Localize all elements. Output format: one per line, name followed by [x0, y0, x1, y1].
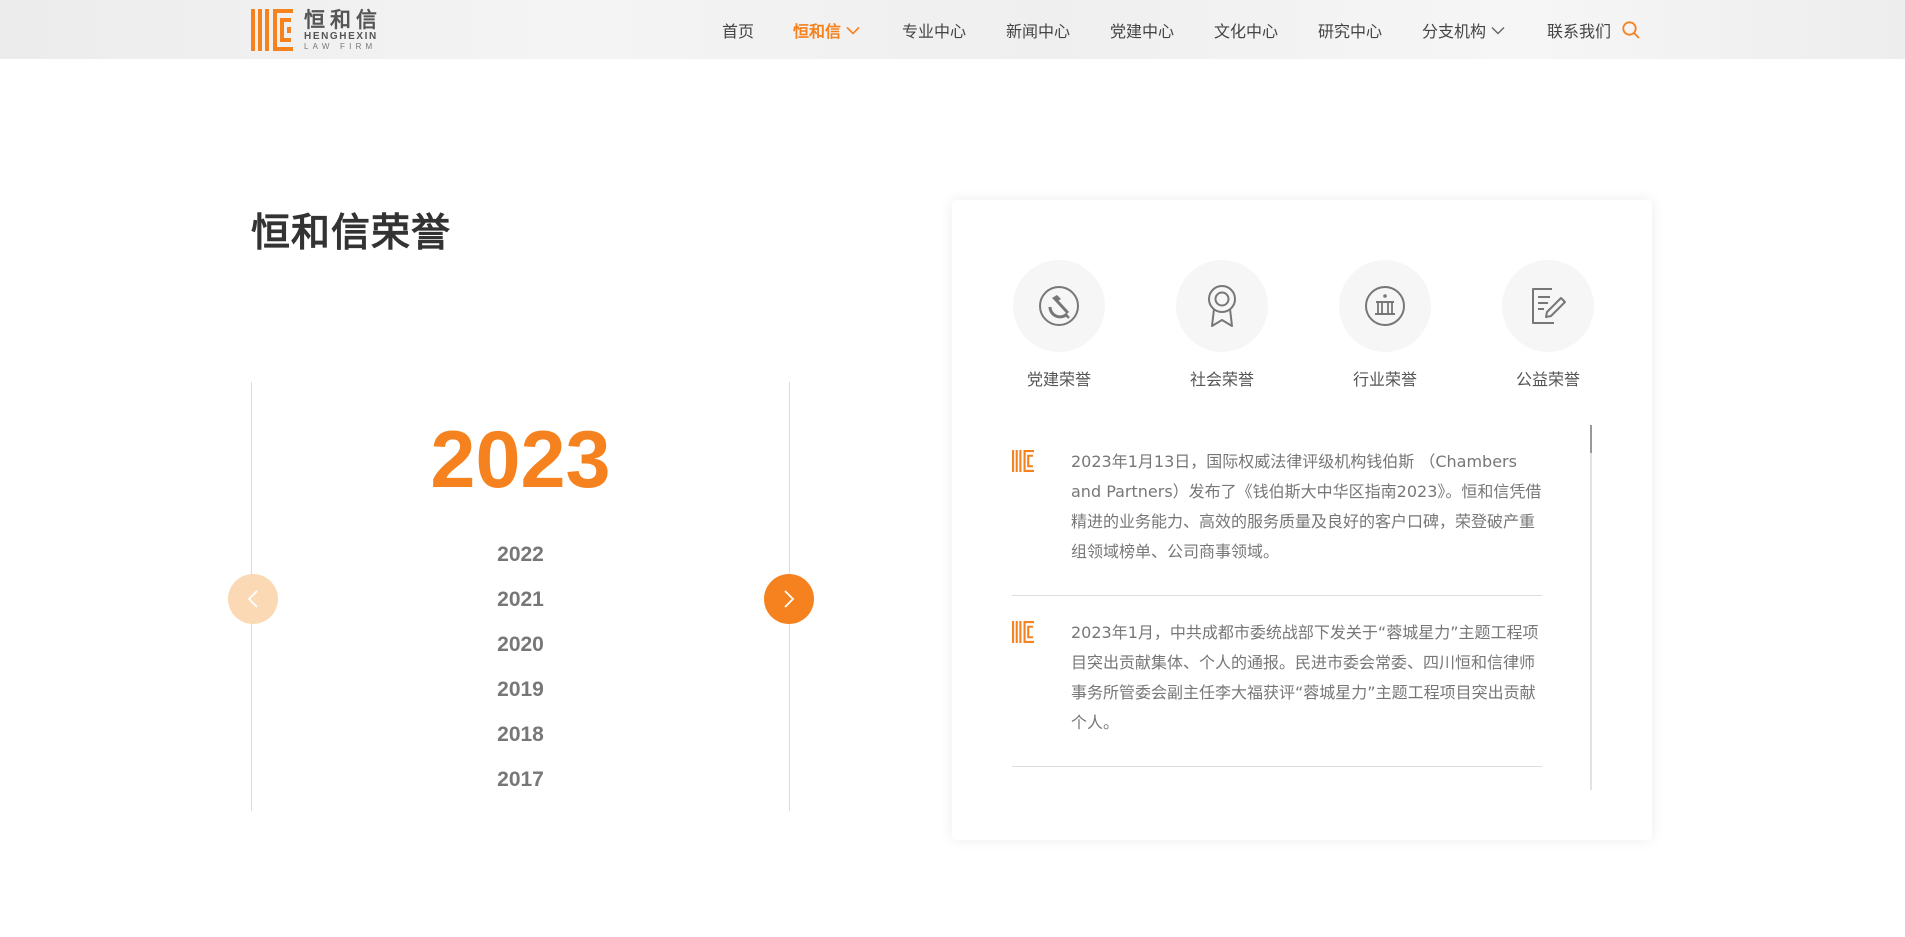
category-icon-circle [1013, 260, 1105, 352]
year-item-2022[interactable]: 2022 [251, 532, 790, 577]
nav-item-label: 首页 [722, 22, 755, 41]
category-label: 党建荣誉 [1026, 370, 1091, 389]
medal-icon [1208, 285, 1236, 327]
nav-item-label: 研究中心 [1318, 22, 1383, 41]
category-label: 公益荣誉 [1515, 370, 1580, 389]
category-social-honor[interactable]: 社会荣誉 [1167, 260, 1277, 390]
category-icon-circle [1176, 260, 1268, 352]
nav-item-label: 党建中心 [1110, 22, 1175, 41]
nav-item-contact[interactable]: 联系我们 [1547, 19, 1611, 41]
prev-year-button[interactable] [228, 574, 278, 624]
category-label: 行业荣誉 [1352, 370, 1417, 389]
year-list: 2022 2021 2020 2019 2018 2017 [251, 532, 790, 802]
year-selector: 2023 2022 2021 2020 2019 2018 2017 [251, 382, 790, 811]
logo-mark-icon [1012, 450, 1034, 472]
nav-item-research-center[interactable]: 研究中心 [1318, 19, 1382, 41]
nav-item-henghexin[interactable]: 恒和信 [793, 19, 860, 41]
honor-news-list: 2023年1月13日，国际权威法律评级机构钱伯斯 （Chambers and P… [1012, 425, 1542, 767]
category-charity-honor[interactable]: 公益荣誉 [1493, 260, 1603, 390]
list-item[interactable]: 2023年1月13日，国际权威法律评级机构钱伯斯 （Chambers and P… [1012, 425, 1542, 596]
document-pen-icon [1532, 288, 1566, 324]
year-item-2018[interactable]: 2018 [251, 712, 790, 757]
court-icon [1365, 286, 1405, 326]
category-industry-honor[interactable]: 行业荣誉 [1330, 260, 1440, 390]
nav-item-culture-center[interactable]: 文化中心 [1214, 19, 1278, 41]
logo-mark-icon [1012, 621, 1034, 643]
next-year-button[interactable] [764, 574, 814, 624]
search-icon[interactable] [1621, 20, 1641, 40]
scrollbar-track[interactable] [1590, 425, 1592, 790]
main-nav: 首页 恒和信 专业中心 新闻中心 党建中心 文化中心 研究中心 分支机构 联系我… [0, 0, 1905, 59]
chevron-down-icon [1491, 26, 1505, 34]
year-item-2017[interactable]: 2017 [251, 757, 790, 802]
site-header: 恒和信 HENGHEXIN LAW FIRM 首页 恒和信 专业中心 新闻中心 … [0, 0, 1905, 59]
nav-item-practice-center[interactable]: 专业中心 [902, 19, 966, 41]
page-title: 恒和信荣誉 [251, 211, 452, 256]
year-item-2020[interactable]: 2020 [251, 622, 790, 667]
category-party-honor[interactable]: 党建荣誉 [1004, 260, 1114, 390]
nav-item-label: 恒和信 [793, 22, 842, 41]
category-icon-circle [1502, 260, 1594, 352]
nav-item-label: 分支机构 [1422, 22, 1487, 41]
nav-item-label: 专业中心 [902, 22, 967, 41]
category-label: 社会荣誉 [1189, 370, 1254, 389]
hammer-sickle-icon [1039, 286, 1079, 326]
nav-item-label: 新闻中心 [1006, 22, 1071, 41]
nav-item-party-center[interactable]: 党建中心 [1110, 19, 1174, 41]
nav-item-label: 文化中心 [1214, 22, 1279, 41]
news-text: 2023年1月13日，国际权威法律评级机构钱伯斯 （Chambers and P… [1071, 452, 1542, 561]
scrollbar-thumb[interactable] [1590, 425, 1592, 453]
chevron-down-icon [846, 26, 860, 35]
nav-item-label: 联系我们 [1547, 22, 1612, 41]
list-item[interactable]: 2023年1月，中共成都市委统战部下发关于“蓉城星力”主题工程项目突出贡献集体、… [1012, 596, 1542, 767]
chevron-left-icon [247, 590, 258, 608]
nav-item-news-center[interactable]: 新闻中心 [1006, 19, 1070, 41]
year-item-2019[interactable]: 2019 [251, 667, 790, 712]
nav-item-home[interactable]: 首页 [722, 19, 754, 41]
category-icon-circle [1339, 260, 1431, 352]
current-year: 2023 [430, 415, 611, 505]
news-text: 2023年1月，中共成都市委统战部下发关于“蓉城星力”主题工程项目突出贡献集体、… [1071, 623, 1539, 732]
year-item-2021[interactable]: 2021 [251, 577, 790, 622]
nav-item-branches[interactable]: 分支机构 [1422, 19, 1505, 41]
honors-card: 党建荣誉 社会荣誉 行业荣誉 公益荣誉 2023年1月13日，国际权威法律评级机… [952, 200, 1652, 840]
chevron-right-icon [784, 590, 795, 608]
